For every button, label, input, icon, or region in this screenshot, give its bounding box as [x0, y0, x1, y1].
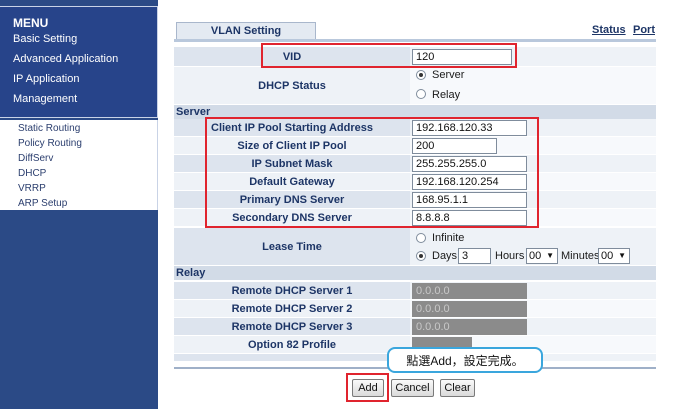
relay3-row: Remote DHCP Server 3 — [174, 318, 656, 336]
sub-menu: Static Routing Policy Routing DiffServ D… — [0, 120, 158, 210]
chevron-down-icon: ▼ — [618, 251, 626, 260]
dhcp-server-radio[interactable] — [416, 70, 426, 80]
relay3-input — [412, 319, 527, 335]
tab-vlan-setting[interactable]: VLAN Setting — [176, 22, 316, 40]
menu-item-advanced-application[interactable]: Advanced Application — [13, 53, 118, 65]
status-link[interactable]: Status — [592, 24, 626, 36]
menu-item-basic-setting[interactable]: Basic Setting — [13, 33, 77, 45]
sub-item-policy-routing[interactable]: Policy Routing — [18, 138, 82, 149]
pool-start-input[interactable] — [412, 120, 527, 136]
subnet-mask-row: IP Subnet Mask — [174, 155, 656, 173]
instruction-callout: 點選Add，設定完成。 — [387, 347, 543, 373]
relay1-label: Remote DHCP Server 1 — [174, 282, 410, 300]
pool-size-input[interactable] — [412, 138, 497, 154]
dhcp-status-label: DHCP Status — [174, 67, 410, 105]
dns1-row: Primary DNS Server — [174, 191, 656, 209]
dns2-label: Secondary DNS Server — [174, 209, 410, 227]
sidebar: MENU Basic Setting Advanced Application … — [0, 0, 158, 409]
lease-minutes-select[interactable]: 00 ▼ — [598, 248, 630, 264]
menu-title: MENU — [13, 16, 49, 30]
gateway-label: Default Gateway — [174, 173, 410, 191]
lease-time-label: Lease Time — [174, 228, 410, 266]
dns2-row: Secondary DNS Server — [174, 209, 656, 227]
pool-start-row: Client IP Pool Starting Address — [174, 119, 656, 137]
dhcp-server-label: Server — [432, 69, 465, 81]
lease-days-radio[interactable] — [416, 251, 426, 261]
relay2-row: Remote DHCP Server 2 — [174, 300, 656, 318]
relay2-label: Remote DHCP Server 2 — [174, 300, 410, 318]
lease-time-row: Lease Time Infinite Days Hours 00▼ Minut… — [174, 228, 656, 266]
dns1-input[interactable] — [412, 192, 527, 208]
dns2-input[interactable] — [412, 210, 527, 226]
sub-item-vrrp[interactable]: VRRP — [18, 183, 46, 194]
gateway-row: Default Gateway — [174, 173, 656, 191]
server-section-header: Server — [174, 105, 656, 119]
lease-hours-label: Hours — [495, 250, 525, 262]
subnet-mask-label: IP Subnet Mask — [174, 155, 410, 173]
dhcp-relay-radio[interactable] — [416, 89, 426, 99]
chevron-down-icon: ▼ — [546, 251, 554, 260]
relay-section-header: Relay — [174, 266, 656, 280]
gateway-input[interactable] — [412, 174, 527, 190]
dns1-label: Primary DNS Server — [174, 191, 410, 209]
relay3-label: Remote DHCP Server 3 — [174, 318, 410, 336]
dhcp-status-row: DHCP Status Server Relay — [174, 67, 656, 105]
dhcp-relay-label: Relay — [432, 89, 461, 101]
lease-hours-select[interactable]: 00 ▼ — [526, 248, 558, 264]
sub-item-arp-setup[interactable]: ARP Setup — [18, 198, 67, 209]
menu-item-management[interactable]: Management — [13, 93, 77, 105]
vid-row: VID — [174, 47, 656, 67]
relay1-input — [412, 283, 527, 299]
lease-days-input[interactable] — [458, 248, 491, 264]
relay1-row: Remote DHCP Server 1 — [174, 282, 656, 300]
main-menu: MENU Basic Setting Advanced Application … — [0, 6, 158, 118]
lease-infinite-radio[interactable] — [416, 233, 426, 243]
option82-label: Option 82 Profile — [174, 336, 410, 354]
menu-item-ip-application[interactable]: IP Application — [13, 73, 79, 85]
port-link[interactable]: Port — [633, 24, 655, 36]
pool-start-label: Client IP Pool Starting Address — [174, 119, 410, 137]
vid-input[interactable] — [412, 49, 512, 65]
cancel-button[interactable]: Cancel — [391, 379, 434, 397]
lease-days-label: Days — [432, 250, 458, 262]
subnet-mask-input[interactable] — [412, 156, 527, 172]
sub-item-diffserv[interactable]: DiffServ — [18, 153, 53, 164]
clear-button[interactable]: Clear — [440, 379, 475, 397]
pool-size-row: Size of Client IP Pool — [174, 137, 656, 155]
sub-item-dhcp[interactable]: DHCP — [18, 168, 46, 179]
relay2-input — [412, 301, 527, 317]
lease-minutes-label: Minutes — [561, 250, 600, 262]
add-button[interactable]: Add — [352, 379, 384, 397]
pool-size-label: Size of Client IP Pool — [174, 137, 410, 155]
tab-divider — [174, 39, 656, 42]
vid-label: VID — [174, 47, 410, 67]
lease-infinite-label: Infinite — [432, 232, 465, 244]
sub-item-static-routing[interactable]: Static Routing — [18, 123, 80, 134]
